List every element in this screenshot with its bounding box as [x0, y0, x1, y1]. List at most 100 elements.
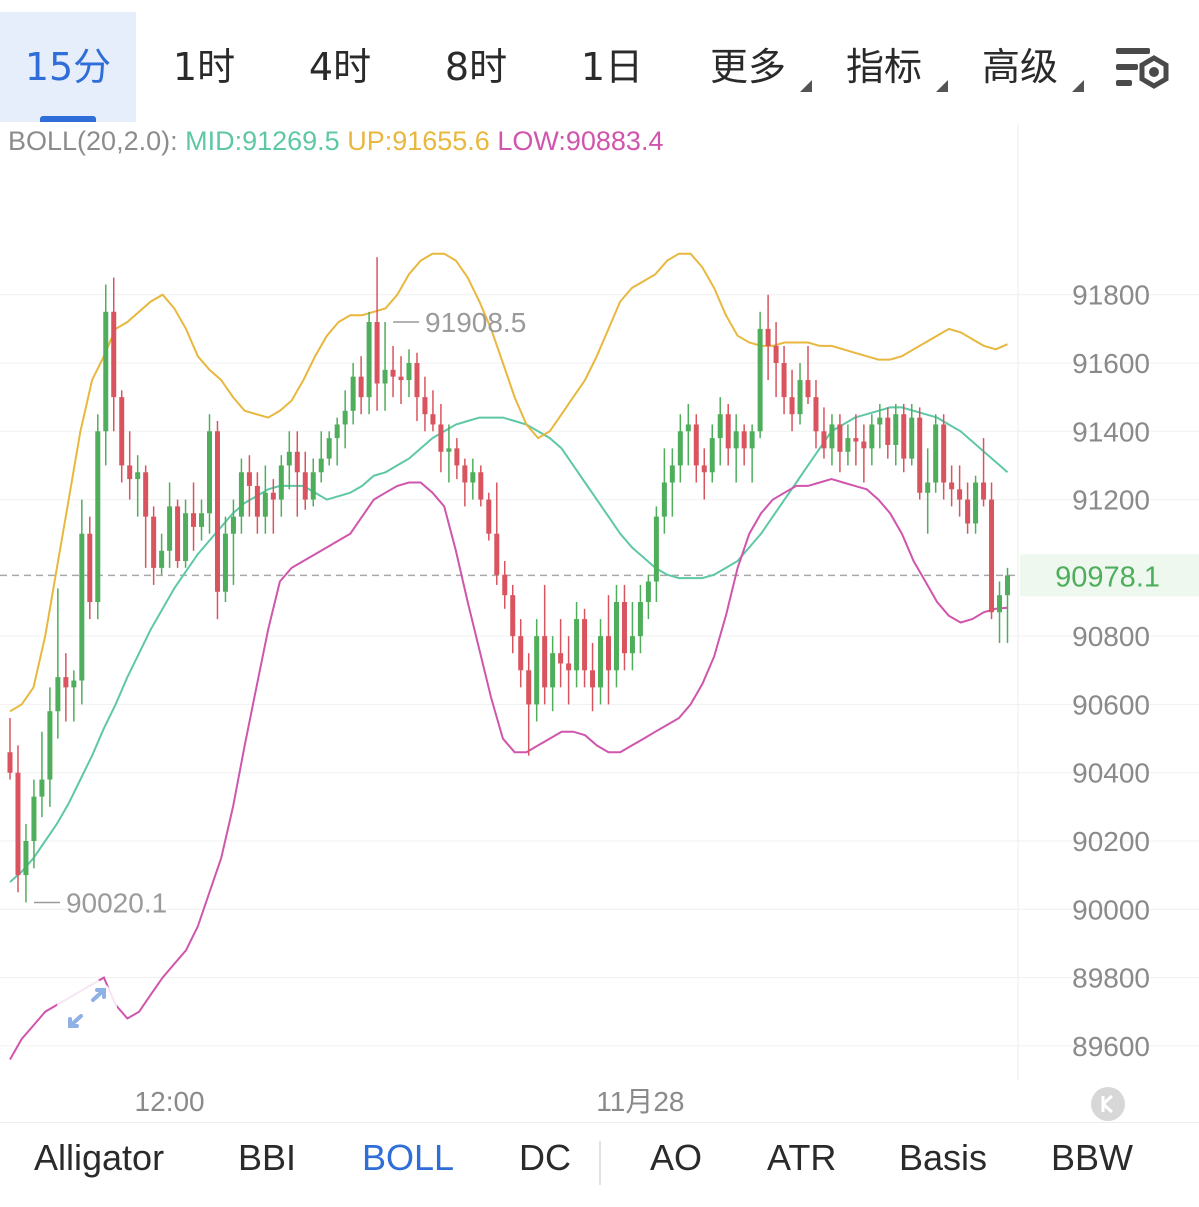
candle-body — [613, 602, 619, 671]
chart-settings-icon[interactable] — [1112, 44, 1174, 96]
candle-body — [669, 465, 675, 483]
candle — [989, 482, 995, 620]
candle-body — [222, 533, 228, 592]
candle-body — [79, 533, 85, 681]
indicator-alligator[interactable]: Alligator — [34, 1137, 164, 1179]
candle — [805, 345, 811, 404]
indicator-ao[interactable]: AO — [650, 1137, 702, 1179]
indicator-dc[interactable]: DC — [519, 1137, 571, 1179]
candle-body — [278, 465, 284, 500]
candle — [103, 284, 109, 466]
indicator-bbw[interactable]: BBW — [1051, 1137, 1133, 1179]
candle — [653, 506, 659, 602]
tab-8h[interactable]: 8时 — [408, 12, 544, 122]
candle-body — [111, 311, 117, 398]
candle-body — [781, 363, 787, 398]
candle — [941, 414, 947, 500]
candle-body — [71, 680, 77, 688]
current-price-label: 90978.1 — [1055, 561, 1160, 593]
indicator-boll[interactable]: BOLL — [362, 1137, 454, 1179]
candle — [278, 455, 284, 517]
candle — [318, 431, 324, 483]
candlestick-chart[interactable]: 91800 91600 91400 91200 90800 90600 90400 90200… — [0, 124, 1199, 1122]
candle-body — [167, 506, 173, 551]
candle-body — [661, 482, 667, 517]
candle-body — [230, 516, 236, 534]
candle-body — [7, 752, 13, 773]
tab-1h[interactable]: 1时 — [136, 12, 272, 122]
candle-body — [877, 417, 883, 425]
tab-1d[interactable]: 1日 — [544, 12, 680, 122]
candle — [861, 424, 867, 483]
tab-4h[interactable]: 4时 — [272, 12, 408, 122]
candle — [821, 407, 827, 459]
candle-body — [334, 424, 340, 439]
more-caret-icon — [800, 80, 812, 92]
candle — [39, 731, 45, 818]
candle-body — [973, 482, 979, 524]
candle-body — [135, 472, 141, 480]
candle-body — [933, 424, 939, 483]
candle — [254, 472, 260, 534]
candle — [199, 499, 205, 541]
candle — [526, 653, 532, 756]
candle — [837, 414, 843, 473]
candle-body — [637, 602, 643, 637]
collapse-k-icon[interactable] — [1091, 1087, 1125, 1121]
candle — [175, 499, 181, 568]
price-tick-label: 90600 — [1072, 689, 1150, 720]
indicator-bbi[interactable]: BBI — [238, 1137, 296, 1179]
candle — [79, 499, 85, 705]
candle-body — [494, 533, 500, 575]
candle-body — [454, 448, 460, 466]
candle — [606, 595, 611, 705]
candle-body — [151, 516, 157, 568]
candle-body — [837, 424, 843, 452]
candle — [885, 407, 891, 459]
candle-body — [175, 506, 181, 562]
price-tick-label: 89600 — [1072, 1031, 1150, 1062]
candle-body — [542, 636, 548, 688]
candle-body — [598, 636, 604, 688]
tab-advanced[interactable]: 高级 — [970, 12, 1084, 122]
candle-body — [103, 311, 109, 432]
candle — [382, 322, 388, 411]
price-tick-label: 89800 — [1072, 963, 1150, 994]
candle — [542, 584, 548, 705]
candle-body — [398, 376, 404, 381]
candle-body — [358, 376, 364, 398]
candle — [1005, 567, 1010, 643]
candle-body — [270, 492, 276, 500]
candle — [661, 448, 667, 534]
candle-body — [534, 636, 540, 705]
candle — [677, 414, 683, 483]
candle-body — [143, 472, 149, 517]
candle-body — [653, 516, 659, 582]
candle-body — [183, 513, 189, 562]
candle — [574, 602, 580, 688]
tab-divider — [599, 1141, 601, 1185]
tab-15m[interactable]: 15分 — [0, 12, 136, 122]
candle — [454, 438, 460, 480]
expand-arrows-icon[interactable] — [57, 978, 117, 1038]
candle-body — [717, 414, 723, 439]
candle-body — [861, 441, 867, 449]
indicator-atr[interactable]: ATR — [767, 1137, 836, 1179]
candle-body — [87, 533, 93, 602]
tab-more[interactable]: 更多 — [698, 12, 812, 122]
price-tick-label: 90400 — [1072, 758, 1150, 789]
candle-body — [374, 322, 380, 384]
tab-indicators[interactable]: 指标 — [834, 12, 948, 122]
candle — [119, 390, 125, 483]
candle — [374, 257, 380, 411]
candle — [55, 588, 61, 739]
candle — [925, 448, 931, 534]
candle-body — [310, 472, 316, 500]
candle-body — [789, 397, 795, 415]
indicator-basis[interactable]: Basis — [899, 1137, 987, 1179]
indicators-caret-icon — [936, 80, 948, 92]
candle-body — [749, 431, 755, 449]
candle — [550, 636, 556, 712]
candle — [981, 438, 987, 507]
candle — [135, 455, 141, 517]
